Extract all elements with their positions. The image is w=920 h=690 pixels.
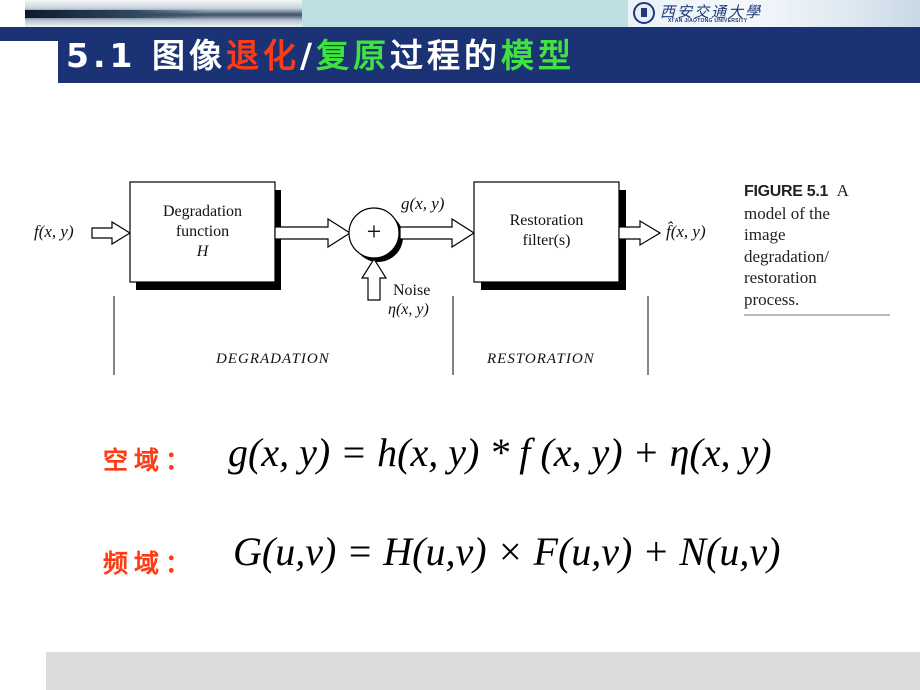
figure-caption: FIGURE 5.1 A model of the image degradat… <box>744 180 849 310</box>
adder-to-restoration-arrow <box>399 217 476 249</box>
frequency-domain-equation: G(u,v) = H(u,v) × F(u,v) + N(u,v) <box>233 529 781 574</box>
degradation-box-line-1: Degradation <box>162 203 243 220</box>
caption-line-6: process. <box>744 289 800 309</box>
section-label-restoration: RESTORATION <box>487 351 595 367</box>
degradation-box-line-3: H <box>196 243 209 260</box>
caption-line-3: image <box>744 225 786 244</box>
noise-label: Noise <box>393 282 431 299</box>
restoration-box-line-1: Restoration <box>509 212 584 229</box>
noise-symbol: η(x, y) <box>388 301 429 318</box>
g-label: g(x, y) <box>401 194 445 213</box>
caption-line-2: model of the <box>744 203 830 223</box>
caption-figure-number: FIGURE 5.1 <box>744 183 829 200</box>
degradation-to-adder-arrow <box>274 217 352 249</box>
footer-bar <box>46 652 920 690</box>
caption-line-5: restoration <box>744 268 817 287</box>
section-label-degradation: DEGRADATION <box>216 351 330 367</box>
adder-symbol: + <box>366 217 382 246</box>
caption-rule <box>744 314 890 316</box>
caption-line-1: A <box>836 181 849 200</box>
input-arrow <box>91 220 132 246</box>
caption-line-4: degradation/ <box>744 246 829 266</box>
spatial-domain-label: 空域： <box>103 446 197 475</box>
noise-arrow <box>360 257 388 301</box>
restoration-box-line-2: filter(s) <box>522 232 571 249</box>
input-label: f(x, y) <box>34 222 74 241</box>
frequency-domain-label: 频域： <box>103 549 197 578</box>
spatial-domain-equation: g(x, y) = h(x, y) * f (x, y) + η(x, y) <box>228 430 772 475</box>
output-label: f̂(x, y) <box>666 222 706 241</box>
degradation-box-line-2: function <box>175 223 230 240</box>
